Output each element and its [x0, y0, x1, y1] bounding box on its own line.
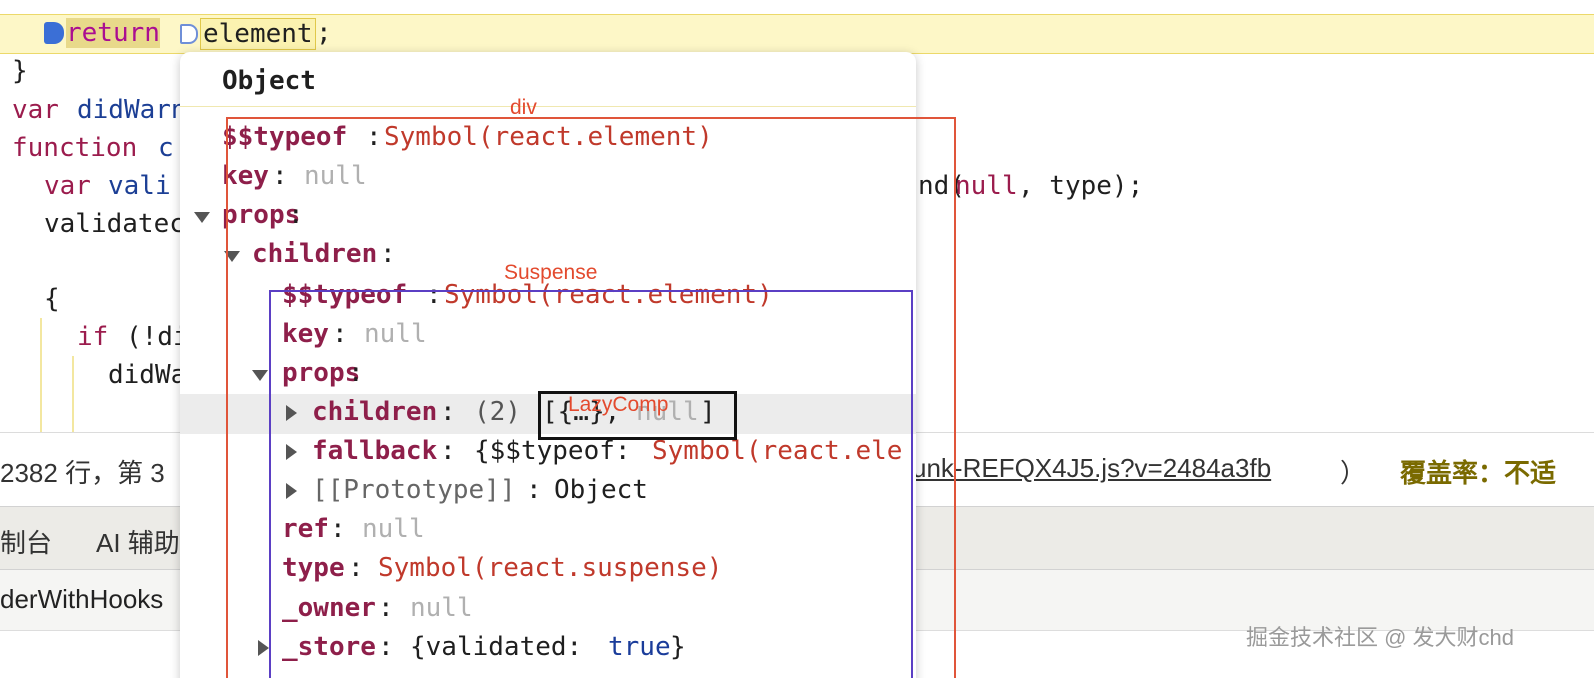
cursor-position: 2382 行，第 3 — [0, 458, 165, 488]
code-token-didwarn: didWarn — [77, 95, 187, 125]
watermark: 掘金技术社区 @ 发大财chd — [1246, 625, 1515, 650]
code-open-brace: { — [44, 284, 60, 314]
breakpoint-marker-icon[interactable] — [44, 22, 64, 44]
code-token-vali: vali — [108, 171, 171, 201]
code-close-brace: } — [12, 56, 28, 86]
source-file-link[interactable]: unk-REFQX4J5.js?v=2484a3fb — [912, 453, 1271, 484]
code-token-function-name: c — [158, 133, 174, 163]
code-token-didwa: didWa — [108, 360, 187, 390]
annotation-label-suspense: Suspense — [504, 261, 598, 284]
code-token-var: var — [12, 95, 59, 125]
coverage-label: 覆盖率：不适 — [1400, 458, 1557, 488]
annotation-box-suspense — [269, 290, 913, 678]
tab-console[interactable]: 制台 — [0, 523, 52, 560]
annotation-label-div: div — [510, 96, 537, 119]
code-token-function: function — [12, 133, 138, 163]
code-token-validated: validatec — [44, 209, 185, 239]
code-token-return: return — [66, 18, 160, 48]
expand-props-icon[interactable] — [194, 212, 210, 223]
call-frame-name[interactable]: derWithHooks — [0, 584, 163, 615]
annotation-label-lazycomp: LazyComp — [568, 393, 669, 416]
indent-guide-2 — [72, 356, 74, 432]
code-token-element: element — [200, 18, 316, 50]
indent-guide — [40, 318, 42, 432]
tab-ai-assistance[interactable]: AI 辅助 — [96, 523, 180, 560]
inline-breakpoint-icon[interactable] — [180, 24, 198, 44]
popover-divider — [180, 106, 916, 107]
code-semicolon: ; — [316, 18, 332, 48]
code-token-var-2: var — [44, 171, 91, 201]
code-token-call-post: , type); — [1018, 171, 1144, 201]
code-token-null: null — [955, 171, 1018, 201]
popover-title: Object — [222, 66, 316, 96]
paren-close: ） — [1340, 458, 1367, 488]
code-token-if: if — [77, 322, 109, 352]
